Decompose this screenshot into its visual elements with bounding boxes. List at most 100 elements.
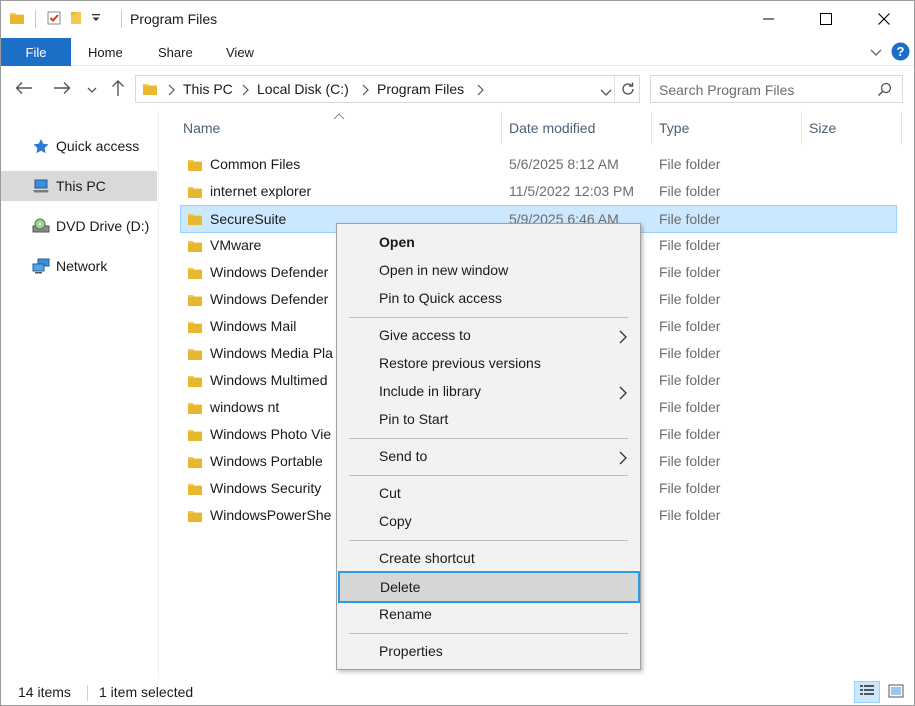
expand-ribbon-chevron-icon[interactable] [869, 45, 883, 62]
search-input[interactable] [659, 80, 869, 100]
menu-item-copy[interactable]: Copy [339, 508, 638, 536]
folder-icon [187, 292, 203, 308]
breadcrumb-chevron-icon[interactable] [475, 83, 485, 97]
menu-item-label: Include in library [379, 383, 481, 399]
nav-item-dvd-drive[interactable]: DVD Drive (D:) [1, 211, 157, 241]
menu-item-label: Properties [379, 643, 443, 659]
menu-item-open-new-window[interactable]: Open in new window [339, 257, 638, 285]
large-icons-view-button[interactable] [883, 681, 909, 703]
file-type: File folder [659, 318, 721, 334]
address-bar[interactable]: This PC Local Disk (C:) Program Files [135, 75, 640, 103]
menu-item-restore-previous-versions[interactable]: Restore previous versions [339, 350, 638, 378]
search-box[interactable] [650, 75, 903, 103]
recent-locations-button[interactable] [83, 78, 101, 100]
forward-button[interactable] [51, 78, 73, 100]
network-icon [32, 258, 50, 274]
tab-share[interactable]: Share [158, 38, 193, 66]
tab-file[interactable]: File [1, 38, 71, 66]
folder-icon [187, 454, 203, 470]
search-icon[interactable] [877, 82, 892, 100]
menu-item-send-to[interactable]: Send to [339, 443, 638, 471]
refresh-icon[interactable] [620, 81, 636, 100]
file-name: Windows Multimed [210, 372, 328, 388]
folder-icon [187, 400, 203, 416]
nav-item-network[interactable]: Network [1, 251, 157, 281]
breadcrumb-local-disk[interactable]: Local Disk (C:) [257, 81, 349, 97]
file-name: VMware [210, 237, 262, 253]
maximize-icon [820, 12, 832, 28]
nav-item-quick-access[interactable]: Quick access [1, 131, 157, 161]
selection-count: 1 item selected [99, 684, 194, 700]
minimize-button[interactable] [740, 1, 798, 38]
column-divider[interactable] [901, 111, 902, 145]
file-type: File folder [659, 156, 721, 172]
folder-icon [187, 427, 203, 443]
column-header-type[interactable]: Type [651, 111, 801, 145]
menu-item-open[interactable]: Open [339, 229, 638, 257]
svg-text:?: ? [897, 44, 905, 59]
breadcrumb-chevron-icon[interactable] [360, 83, 370, 97]
menu-separator [349, 438, 628, 439]
submenu-arrow-icon [618, 329, 628, 345]
file-name: Windows Photo Vie [210, 426, 332, 442]
breadcrumb-program-files[interactable]: Program Files [377, 81, 464, 97]
qat-divider [35, 10, 36, 28]
menu-item-delete[interactable]: Delete [338, 571, 640, 603]
maximize-button[interactable] [797, 1, 855, 38]
column-header-name[interactable]: Name [175, 111, 501, 145]
column-header-size[interactable]: Size [801, 111, 901, 145]
file-type: File folder [659, 211, 721, 227]
menu-item-label: Give access to [379, 327, 471, 343]
menu-item-label: Copy [379, 513, 412, 529]
dvd-drive-icon [32, 218, 50, 234]
menu-item-create-shortcut[interactable]: Create shortcut [339, 545, 638, 573]
file-name: Common Files [210, 156, 301, 172]
menu-item-include-in-library[interactable]: Include in library [339, 378, 638, 406]
menu-item-pin-to-start[interactable]: Pin to Start [339, 406, 638, 434]
chevron-down-icon [87, 81, 97, 97]
nav-item-this-pc[interactable]: This PC [1, 171, 157, 201]
file-type: File folder [659, 345, 721, 361]
column-header-date-modified[interactable]: Date modified [501, 111, 651, 145]
tab-home[interactable]: Home [88, 38, 123, 66]
navigation-bar: This PC Local Disk (C:) Program Files [1, 67, 914, 111]
menu-item-pin-quick-access[interactable]: Pin to Quick access [339, 285, 638, 313]
back-button[interactable] [13, 78, 35, 100]
file-date: 5/6/2025 8:12 AM [509, 156, 619, 172]
menu-item-cut[interactable]: Cut [339, 480, 638, 508]
navigation-pane: Quick access This PC DVD Drive (D:) Netw… [1, 111, 159, 679]
file-row[interactable]: internet explorer 11/5/2022 12:03 PM Fil… [180, 179, 897, 206]
up-arrow-icon [111, 79, 125, 100]
folder-icon [142, 81, 158, 100]
file-row[interactable]: Common Files 5/6/2025 8:12 AM File folde… [180, 152, 897, 179]
folder-icon [187, 481, 203, 497]
file-name: Windows Portable [210, 453, 323, 469]
customize-qat-chevron-icon[interactable] [90, 11, 102, 27]
nav-item-label: DVD Drive (D:) [56, 218, 150, 234]
up-button[interactable] [107, 78, 129, 100]
menu-item-label: Rename [379, 606, 432, 622]
file-name: Windows Security [210, 480, 322, 496]
address-divider [614, 76, 615, 102]
help-icon[interactable]: ? [891, 42, 910, 64]
folder-icon [187, 319, 203, 335]
file-name: SecureSuite [210, 211, 287, 227]
file-date: 11/5/2022 12:03 PM [509, 183, 635, 199]
menu-item-give-access[interactable]: Give access to [339, 322, 638, 350]
properties-check-icon[interactable] [46, 10, 62, 29]
folder-icon [187, 211, 203, 227]
title-bar: Program Files [1, 1, 914, 38]
close-button[interactable] [855, 1, 913, 38]
details-view-icon [859, 684, 875, 701]
details-view-button[interactable] [854, 681, 880, 703]
menu-separator [349, 540, 628, 541]
menu-item-properties[interactable]: Properties [339, 638, 638, 666]
menu-item-rename[interactable]: Rename [339, 601, 638, 629]
menu-separator [349, 475, 628, 476]
breadcrumb-chevron-icon[interactable] [240, 83, 250, 97]
address-history-chevron-icon[interactable] [600, 85, 612, 101]
tab-view[interactable]: View [226, 38, 254, 66]
new-folder-icon[interactable] [68, 10, 84, 29]
breadcrumb-this-pc[interactable]: This PC [183, 81, 233, 97]
breadcrumb-chevron-icon[interactable] [166, 83, 176, 97]
